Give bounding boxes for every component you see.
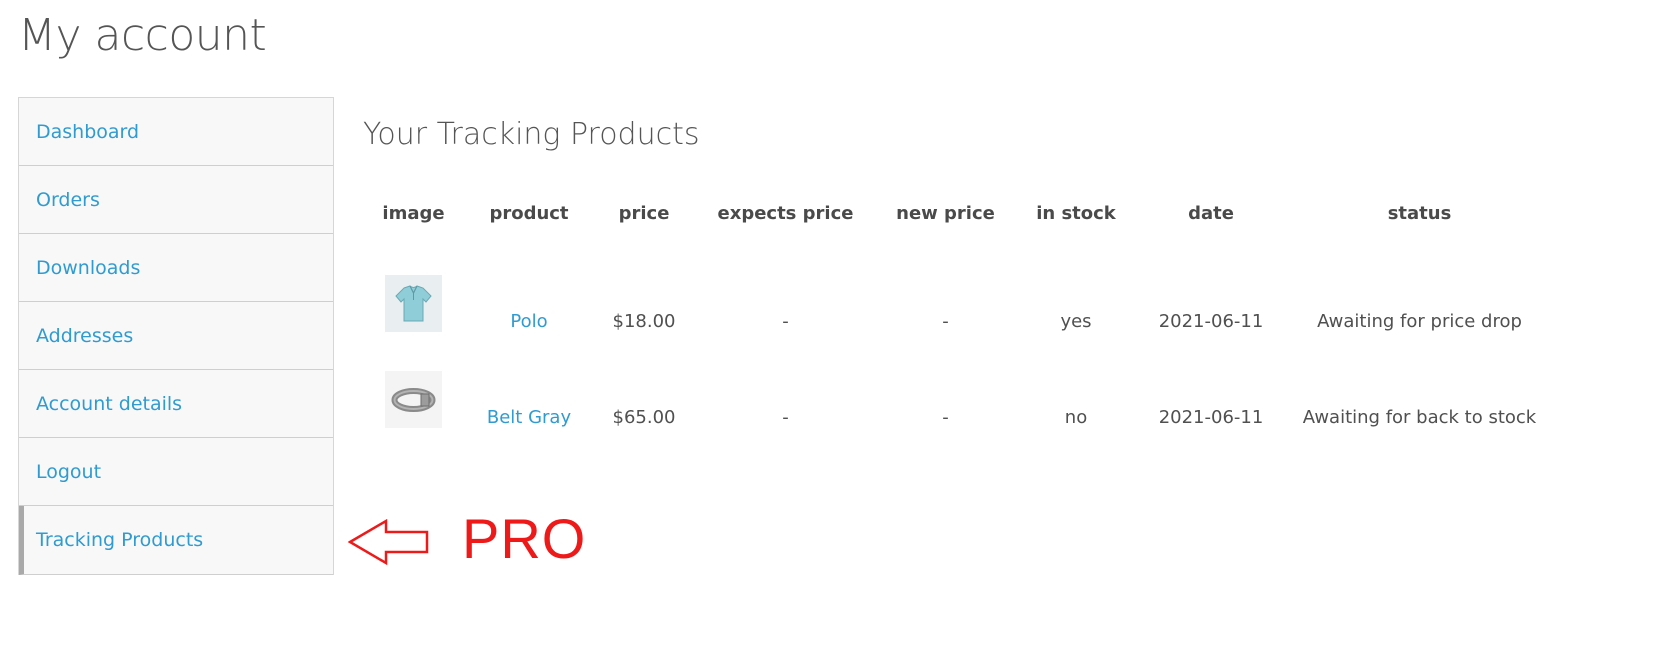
belt-thumbnail[interactable] [385,371,442,428]
expects-price-cell: - [782,407,789,428]
date-cell: 2021-06-11 [1158,407,1264,428]
nav-item-tracking-products[interactable]: Tracking Products [19,506,333,575]
left-arrow-outline-icon [348,519,429,565]
product-image-cell [363,338,464,434]
column-header-product: product [489,202,569,224]
pro-label: PRO [462,507,587,570]
product-cell: Belt Gray [464,338,594,434]
column-header-new-price: new price [896,202,995,224]
column-header-expects-price: expects price [717,202,854,224]
page-title: My account [18,10,267,61]
in-stock-cell: no [1064,407,1088,428]
in-stock-cell: yes [1060,311,1092,332]
nav-item-downloads[interactable]: Downloads [19,234,333,302]
column-header-status: status [1387,202,1452,224]
table-row: Polo $18.00 - - yes 2021-06-11 Awaiting … [363,236,1555,338]
date-cell: 2021-06-11 [1158,311,1264,332]
table-header-row: image product price expects price new pr… [363,190,1555,236]
nav-item-addresses[interactable]: Addresses [19,302,333,370]
product-image-cell [363,236,464,338]
new-price-cell: - [942,407,949,428]
polo-shirt-thumbnail[interactable] [385,275,442,332]
product-cell: Polo [464,236,594,338]
product-link[interactable]: Polo [510,311,547,332]
status-cell: Awaiting for back to stock [1302,407,1537,428]
table-row: Belt Gray $65.00 - - no 2021-06-11 Await… [363,338,1555,434]
nav-item-dashboard[interactable]: Dashboard [19,98,333,166]
nav-item-orders[interactable]: Orders [19,166,333,234]
nav-item-account-details[interactable]: Account details [19,370,333,438]
tracking-products-table: image product price expects price new pr… [363,190,1555,434]
column-header-date: date [1188,202,1234,224]
price-cell: $65.00 [612,407,676,428]
account-navigation: Dashboard Orders Downloads Addresses Acc… [18,97,334,575]
nav-item-logout[interactable]: Logout [19,438,333,506]
column-header-image: image [382,202,445,224]
column-header-in-stock: in stock [1036,202,1116,224]
new-price-cell: - [942,311,949,332]
price-cell: $18.00 [612,311,676,332]
section-title: Your Tracking Products [363,117,700,152]
product-link[interactable]: Belt Gray [487,407,571,428]
expects-price-cell: - [782,311,789,332]
status-cell: Awaiting for price drop [1317,311,1522,332]
column-header-price: price [618,202,670,224]
